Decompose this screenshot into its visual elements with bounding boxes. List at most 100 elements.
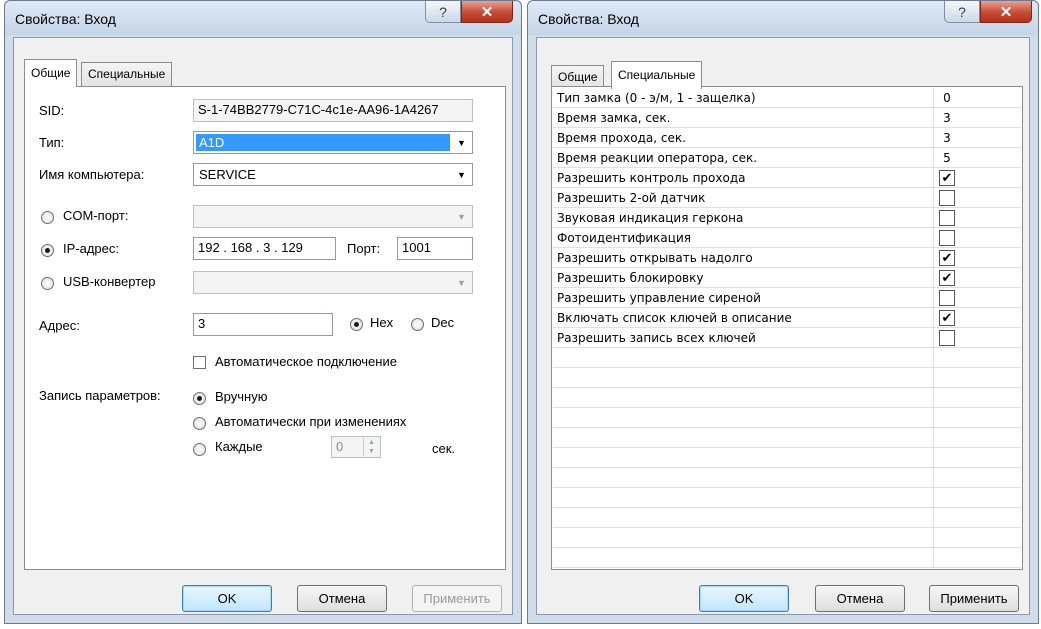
- table-row[interactable]: Время прохода, сек. 3: [553, 128, 1021, 148]
- sid-field[interactable]: S-1-74BB2779-C71C-4c1e-AA96-1A4267: [193, 99, 473, 122]
- table-row[interactable]: Разрешить открывать надолго ✔: [553, 248, 1021, 268]
- com-port-label: COM-порт:: [63, 208, 129, 223]
- setting-checkbox[interactable]: [939, 190, 955, 206]
- com-port-radio[interactable]: [41, 211, 54, 224]
- table-row: [553, 488, 1021, 508]
- table-row[interactable]: Время реакции оператора, сек. 5: [553, 148, 1021, 168]
- help-button[interactable]: ?: [425, 1, 461, 23]
- check-icon: ✔: [941, 250, 953, 266]
- close-icon: ✕: [999, 3, 1013, 21]
- address-label: Адрес:: [39, 318, 80, 333]
- port-field[interactable]: 1001: [397, 237, 473, 260]
- usb-converter-radio[interactable]: [41, 277, 54, 290]
- setting-checkbox[interactable]: [939, 210, 955, 226]
- ok-button[interactable]: OK: [699, 585, 789, 612]
- write-params-label: Запись параметров:: [39, 388, 161, 403]
- setting-name: Разрешить открывать надолго: [557, 251, 753, 265]
- cancel-button[interactable]: Отмена: [815, 585, 905, 612]
- setting-checkbox[interactable]: ✔: [939, 310, 955, 326]
- manual-label: Вручную: [215, 389, 268, 404]
- table-row[interactable]: Фотоидентификация: [553, 228, 1021, 248]
- computer-name-label: Имя компьютера:: [39, 167, 145, 182]
- table-row[interactable]: Звуковая индикация геркона: [553, 208, 1021, 228]
- help-button[interactable]: ?: [944, 1, 980, 23]
- table-row[interactable]: Включать список ключей в описание ✔: [553, 308, 1021, 328]
- setting-name: Включать список ключей в описание: [557, 311, 792, 325]
- computer-name-select[interactable]: SERVICE ▼: [193, 163, 473, 186]
- setting-checkbox[interactable]: [939, 330, 955, 346]
- auto-connect-label: Автоматическое подключение: [215, 354, 397, 369]
- check-icon: ✔: [941, 170, 953, 186]
- setting-checkbox[interactable]: ✔: [939, 250, 955, 266]
- chevron-down-icon: ▼: [457, 277, 466, 288]
- usb-converter-label: USB-конвертер: [63, 274, 156, 289]
- ok-button[interactable]: OK: [182, 585, 272, 612]
- auto-connect-checkbox[interactable]: [193, 356, 206, 369]
- table-row[interactable]: Время замка, сек. 3: [553, 108, 1021, 128]
- setting-checkbox[interactable]: ✔: [939, 170, 955, 186]
- spin-up-icon[interactable]: ▲: [368, 439, 375, 446]
- apply-button[interactable]: Применить: [412, 585, 502, 612]
- table-row[interactable]: Разрешить контроль прохода ✔: [553, 168, 1021, 188]
- table-row: [553, 408, 1021, 428]
- type-select-value: A1D: [196, 134, 450, 151]
- usb-converter-select[interactable]: ▼: [193, 271, 473, 294]
- hex-radio[interactable]: [350, 318, 363, 331]
- title-bar[interactable]: Свойства: Вход ? ✕: [528, 1, 1038, 35]
- setting-name: Разрешить блокировку: [557, 271, 704, 285]
- seconds-label: сек.: [432, 441, 456, 456]
- setting-checkbox[interactable]: [939, 290, 955, 306]
- table-row: [553, 428, 1021, 448]
- setting-checkbox[interactable]: ✔: [939, 270, 955, 286]
- port-label: Порт:: [347, 241, 381, 256]
- ip-address-field[interactable]: 192 . 168 . 3 . 129: [193, 237, 336, 260]
- setting-name: Фотоидентификация: [557, 231, 691, 245]
- every-radio[interactable]: [193, 443, 206, 456]
- help-icon: ?: [958, 3, 966, 20]
- setting-name: Время реакции оператора, сек.: [557, 151, 758, 165]
- table-row: [553, 468, 1021, 488]
- setting-checkbox[interactable]: [939, 230, 955, 246]
- table-row: [553, 368, 1021, 388]
- setting-value[interactable]: 3: [937, 131, 957, 145]
- table-row[interactable]: Разрешить 2-ой датчик: [553, 188, 1021, 208]
- type-label: Тип:: [39, 135, 65, 150]
- cancel-button[interactable]: Отмена: [297, 585, 387, 612]
- check-icon: ✔: [941, 310, 953, 326]
- dec-radio[interactable]: [411, 318, 424, 331]
- setting-value[interactable]: 5: [937, 151, 957, 165]
- close-icon: ✕: [480, 3, 494, 21]
- setting-value[interactable]: 3: [937, 111, 957, 125]
- apply-button[interactable]: Применить: [929, 585, 1019, 612]
- properties-window-special: Свойства: Вход ? ✕ Общие Специальные Тип…: [527, 0, 1039, 624]
- auto-on-change-radio[interactable]: [193, 417, 206, 430]
- address-field[interactable]: 3: [193, 313, 333, 336]
- tab-general[interactable]: Общие: [24, 59, 78, 87]
- help-icon: ?: [439, 3, 447, 20]
- ip-address-label: IP-адрес:: [63, 241, 119, 256]
- setting-name: Время прохода, сек.: [557, 131, 686, 145]
- table-row[interactable]: Разрешить блокировку ✔: [553, 268, 1021, 288]
- setting-value[interactable]: 0: [937, 91, 957, 105]
- com-port-select[interactable]: ▼: [193, 205, 473, 228]
- table-row[interactable]: Разрешить запись всех ключей: [553, 328, 1021, 348]
- table-row: [553, 388, 1021, 408]
- title-bar[interactable]: Свойства: Вход ? ✕: [5, 1, 521, 35]
- ip-address-radio[interactable]: [41, 244, 54, 257]
- close-button[interactable]: ✕: [461, 1, 513, 23]
- chevron-down-icon[interactable]: ▼: [453, 134, 470, 151]
- setting-name: Разрешить запись всех ключей: [557, 331, 756, 345]
- special-tab-panel: Тип замка (0 - э/м, 1 - защелка) 0 Время з…: [551, 86, 1023, 570]
- tab-special[interactable]: Специальные: [611, 61, 703, 89]
- type-select[interactable]: A1D ▼: [193, 131, 473, 154]
- table-row: [553, 508, 1021, 528]
- manual-radio[interactable]: [193, 392, 206, 405]
- close-button[interactable]: ✕: [980, 1, 1032, 23]
- interval-spinner[interactable]: 0 ▲ ▼: [331, 436, 381, 458]
- spin-down-icon[interactable]: ▼: [368, 448, 375, 455]
- chevron-down-icon[interactable]: ▼: [453, 166, 470, 183]
- table-row[interactable]: Разрешить управление сиреной: [553, 288, 1021, 308]
- table-row[interactable]: Тип замка (0 - э/м, 1 - защелка) 0: [553, 88, 1021, 108]
- tab-special[interactable]: Специальные: [81, 62, 173, 86]
- sid-label: SID:: [39, 103, 65, 118]
